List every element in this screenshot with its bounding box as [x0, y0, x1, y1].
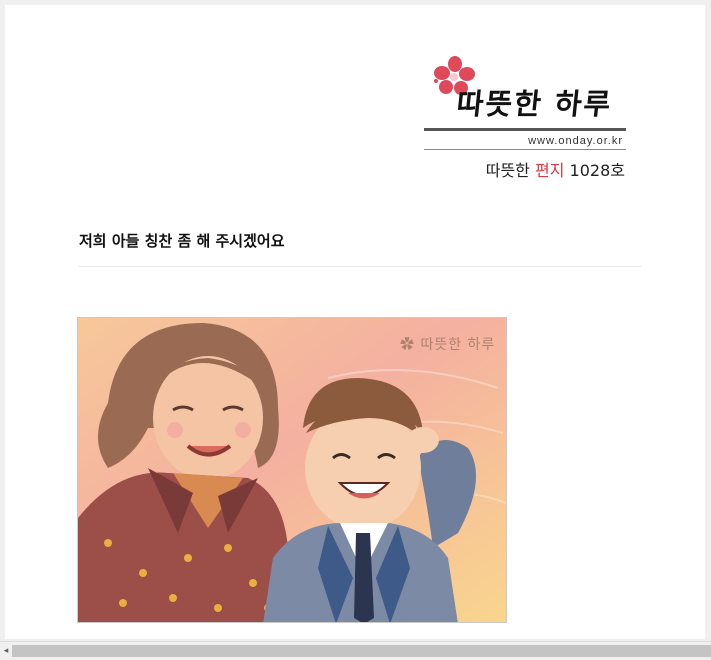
illustration-watermark: ✿ 따뜻한 하루 — [400, 334, 495, 354]
site-url[interactable]: www.onday.or.kr — [425, 135, 623, 147]
watermark-text: 따뜻한 하루 — [420, 337, 496, 353]
flower-icon: ✿ — [400, 337, 415, 353]
mother-son-illustration — [78, 318, 506, 622]
issue-highlight: 편지 — [535, 161, 565, 180]
url-divider — [424, 149, 626, 150]
logo-divider — [424, 128, 626, 131]
issue-label: 따뜻한 편지 1028호 — [425, 157, 625, 181]
logo-text: 따뜻한 하루 — [455, 87, 615, 121]
scroll-left-arrow-icon[interactable]: ◂ — [0, 642, 12, 660]
article-illustration: ✿ 따뜻한 하루 — [77, 317, 507, 623]
issue-number: 1028호 — [569, 161, 625, 180]
article-title: 저희 아들 칭찬 좀 해 주시겠어요 — [79, 232, 285, 250]
browser-viewport: 따뜻한 하루 www.onday.or.kr 따뜻한 편지 1028호 저희 아… — [0, 0, 711, 660]
issue-prefix: 따뜻한 — [485, 161, 530, 180]
horizontal-scrollbar[interactable]: ◂ — [0, 641, 711, 660]
scrollbar-thumb[interactable] — [12, 645, 711, 657]
site-logo[interactable]: 따뜻한 하루 — [425, 55, 625, 125]
letter-page: 따뜻한 하루 www.onday.or.kr 따뜻한 편지 1028호 저희 아… — [5, 5, 705, 639]
title-divider — [79, 266, 641, 267]
